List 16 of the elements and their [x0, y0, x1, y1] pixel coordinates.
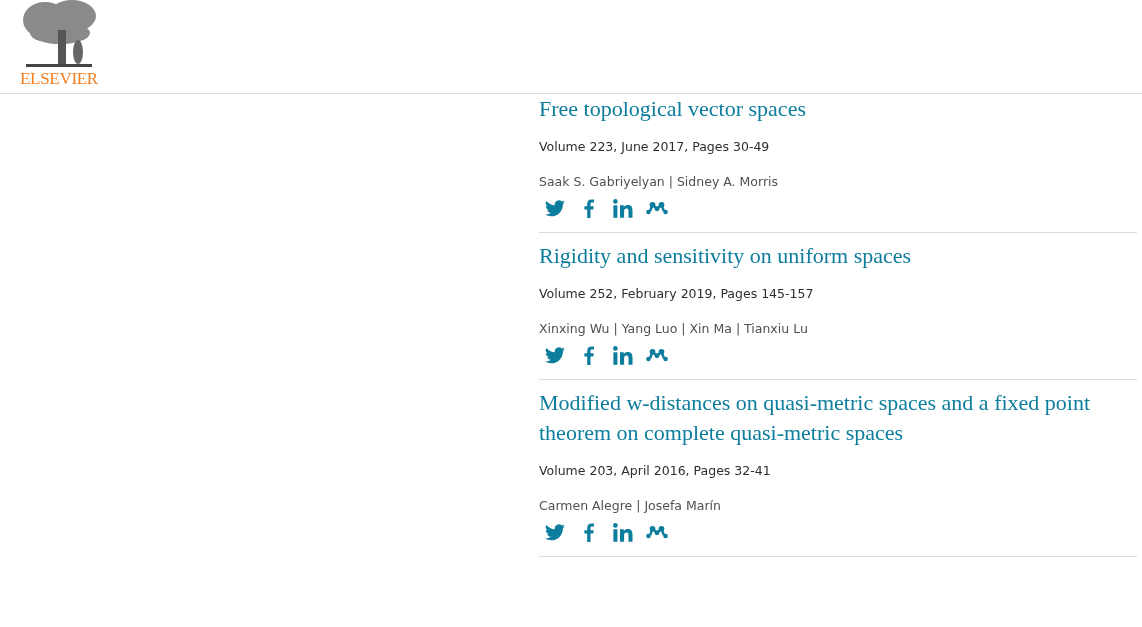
article-authors: Carmen Alegre | Josefa Marín — [539, 497, 722, 515]
article-authors: Saak S. Gabriyelyan | Sidney A. Morris — [539, 173, 780, 191]
article-title-link[interactable]: Modified w-distances on quasi-metric spaces and a fixed point theorem on complete quasi-metric spaces — [539, 388, 1137, 448]
twitter-icon[interactable] — [544, 521, 566, 543]
linkedin-icon[interactable] — [612, 521, 634, 543]
article-title-link[interactable]: Rigidity and sensitivity on uniform spaces — [539, 241, 912, 271]
article-source: Volume 223, June 2017, Pages 30-49 — [539, 138, 771, 156]
article-title-link[interactable]: Free topological vector spaces — [539, 94, 806, 124]
article-source: Volume 203, April 2016, Pages 32-41 — [539, 462, 772, 480]
logo-text: ELSEVIER — [20, 70, 98, 87]
linkedin-icon[interactable] — [612, 344, 634, 366]
article-source: Volume 252, February 2019, Pages 145-157 — [539, 285, 815, 303]
article-authors: Xinxing Wu | Yang Luo | Xin Ma | Tianxiu Lu — [539, 320, 809, 338]
linkedin-icon[interactable] — [612, 197, 634, 219]
twitter-icon[interactable] — [544, 197, 566, 219]
twitter-icon[interactable] — [544, 344, 566, 366]
